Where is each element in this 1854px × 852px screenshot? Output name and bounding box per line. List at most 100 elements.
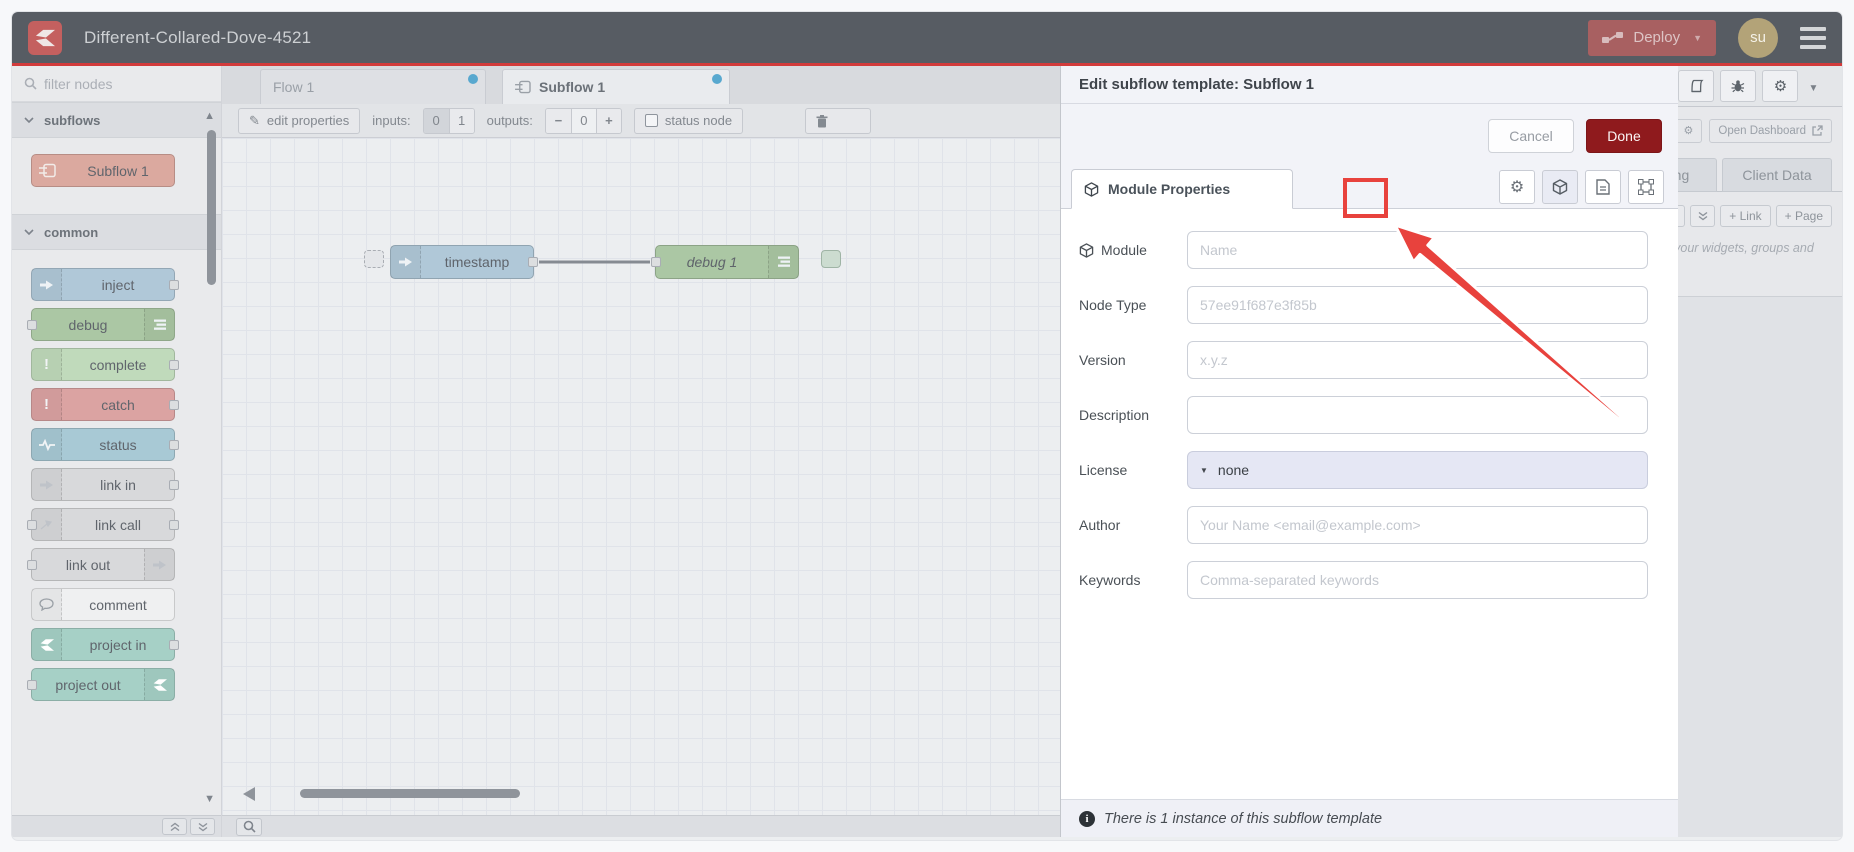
outputs-stepper: − 0 + [544, 107, 622, 134]
node-input-port[interactable] [651, 257, 661, 267]
status-icon [32, 429, 62, 460]
node-palette: filter nodes subflows Subflow 1 common i… [12, 66, 222, 837]
palette-collapse-all-button[interactable] [162, 818, 187, 835]
node-output-port [169, 640, 179, 650]
edit-properties-button[interactable]: ✎ edit properties [238, 107, 361, 134]
outputs-increase-button[interactable]: + [595, 108, 621, 133]
node-output-port [169, 400, 179, 410]
tab-client-data[interactable]: Client Data [1722, 158, 1832, 192]
palette-footer [12, 815, 221, 837]
app-header: Different-Collared-Dove-4521 Deploy ▼ su [12, 12, 1842, 66]
inputs-option-0[interactable]: 0 [423, 108, 449, 133]
tab-flow-1[interactable]: Flow 1 [260, 69, 486, 104]
field-row-version: Version [1079, 341, 1648, 379]
canvas-node-debug-1[interactable]: debug 1 [651, 245, 799, 279]
appearance-button[interactable] [1628, 170, 1664, 204]
dialog-tabrow: Module Properties ⚙ [1061, 168, 1678, 209]
user-avatar[interactable]: su [1738, 17, 1778, 58]
expand-all-button[interactable] [1690, 205, 1716, 227]
module-input[interactable] [1187, 231, 1648, 269]
search-icon [24, 77, 37, 90]
palette-node-debug[interactable]: debug [27, 308, 175, 341]
link-in-icon [32, 469, 62, 500]
open-dashboard-button[interactable]: Open Dashboard [1709, 118, 1832, 143]
status-node-checkbox[interactable] [644, 114, 658, 127]
project-in-icon [32, 629, 62, 660]
author-input[interactable] [1187, 506, 1648, 544]
chevron-down-icon [24, 228, 34, 235]
palette-node-project-in[interactable]: project in [31, 628, 179, 661]
help-tab-button[interactable] [1678, 70, 1715, 102]
license-label: License [1079, 462, 1128, 478]
trash-icon [816, 114, 828, 127]
palette-search[interactable]: filter nodes [12, 66, 221, 102]
author-label: Author [1079, 517, 1121, 533]
license-select[interactable]: ▼ none [1187, 451, 1648, 489]
node-type-input[interactable] [1187, 286, 1648, 324]
palette-node-status[interactable]: status [31, 428, 179, 461]
canvas-search-button[interactable] [236, 817, 262, 836]
node-type-label: Node Type [1079, 297, 1147, 313]
node-settings-button[interactable]: ⚙ [1499, 170, 1535, 204]
node-output-port[interactable] [528, 257, 538, 267]
subflow-icon [515, 80, 531, 94]
tab-module-properties[interactable]: Module Properties [1071, 169, 1293, 209]
subflow-input-stub[interactable] [364, 250, 384, 268]
palette-node-comment[interactable]: comment [31, 588, 175, 621]
deploy-button[interactable]: Deploy ▼ [1588, 19, 1716, 56]
palette-node-link-in[interactable]: link in [31, 468, 179, 501]
dialog-buttons: Cancel Done [1061, 104, 1678, 168]
node-output-port [169, 440, 179, 450]
palette-node-catch[interactable]: ! catch [31, 388, 179, 421]
outputs-decrease-button[interactable]: − [545, 108, 571, 133]
node-output-port [169, 280, 179, 290]
instance-count-text: There is 1 instance of this subflow temp… [1104, 810, 1383, 827]
status-node-toggle[interactable]: status node [633, 107, 744, 134]
description-button[interactable] [1585, 170, 1621, 204]
field-row-license: License ▼ none [1079, 451, 1648, 489]
inputs-label: inputs: [372, 113, 411, 128]
palette-category-common[interactable]: common [12, 214, 221, 250]
description-input[interactable] [1187, 396, 1648, 434]
sidebar-tabs-caret-icon[interactable]: ▼ [1808, 83, 1818, 94]
keywords-input[interactable] [1187, 561, 1648, 599]
config-tab-button[interactable]: ⚙ [1762, 70, 1799, 102]
palette-scroll-down-icon[interactable]: ▼ [204, 793, 215, 805]
outputs-label: outputs: [486, 113, 533, 128]
palette-node-link-out[interactable]: link out [27, 548, 175, 581]
palette-scrollbar[interactable] [207, 130, 216, 285]
subflow-output-stub[interactable] [821, 250, 841, 268]
cancel-button[interactable]: Cancel [1488, 119, 1574, 153]
add-link-button[interactable]: + Link [1720, 205, 1771, 227]
delete-subflow-button[interactable] [805, 108, 871, 134]
node-input-port [27, 560, 37, 570]
done-button[interactable]: Done [1586, 119, 1662, 153]
deploy-caret-icon[interactable]: ▼ [1693, 33, 1702, 43]
modified-dot [468, 74, 478, 84]
module-properties-button[interactable] [1542, 170, 1578, 204]
select-caret-icon: ▼ [1200, 465, 1208, 475]
main-menu-button[interactable] [1800, 26, 1826, 49]
version-input[interactable] [1187, 341, 1648, 379]
canvas-scroll-left-icon[interactable] [243, 787, 255, 801]
palette-node-inject[interactable]: inject [31, 268, 179, 301]
palette-node-subflow-1[interactable]: Subflow 1 [31, 154, 175, 187]
palette-node-link-call[interactable]: link call [27, 508, 179, 541]
add-page-button[interactable]: + Page [1775, 205, 1832, 227]
debug-tab-button[interactable] [1720, 70, 1757, 102]
description-label: Description [1079, 407, 1150, 423]
field-row-author: Author [1079, 506, 1648, 544]
canvas-node-timestamp[interactable]: timestamp [390, 245, 538, 279]
palette-node-complete[interactable]: ! complete [31, 348, 179, 381]
palette-scroll-up-icon[interactable]: ▲ [204, 110, 215, 122]
module-properties-form: Module Node Type Version Description [1061, 208, 1678, 799]
palette-category-subflows[interactable]: subflows [12, 102, 221, 138]
debug-icon [144, 309, 174, 340]
version-label: Version [1079, 352, 1126, 368]
palette-expand-all-button[interactable] [190, 818, 215, 835]
inputs-option-1[interactable]: 1 [448, 108, 474, 133]
search-icon [243, 820, 256, 833]
palette-node-project-out[interactable]: project out [27, 668, 175, 701]
tab-subflow-1[interactable]: Subflow 1 [502, 69, 730, 104]
canvas-horizontal-scrollbar[interactable] [300, 789, 520, 798]
